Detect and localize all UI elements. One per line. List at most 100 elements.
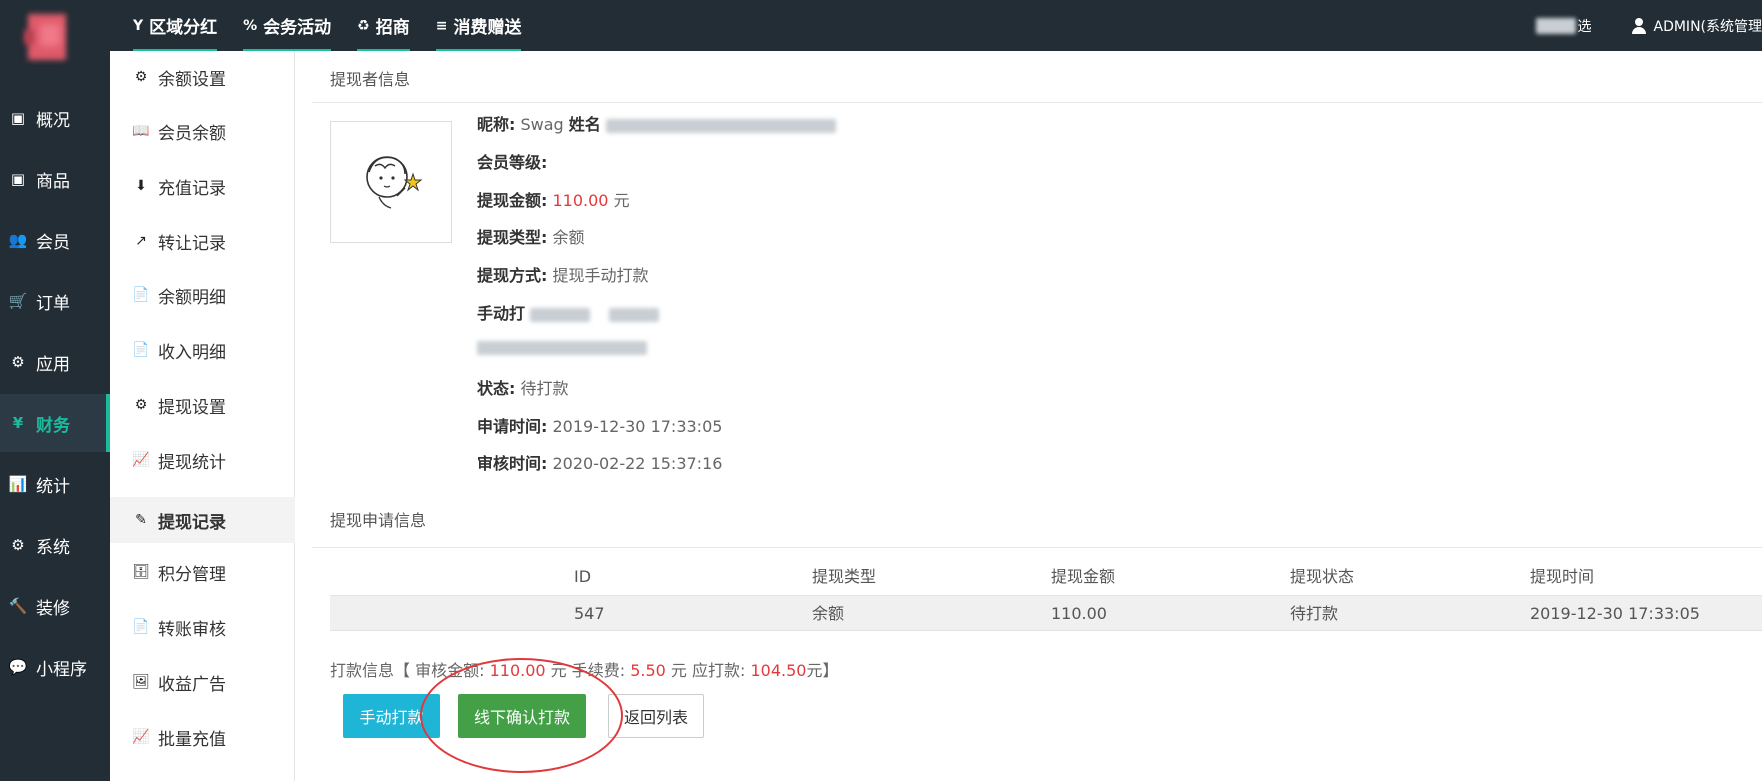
avatar — [330, 121, 452, 243]
list-icon: ≡ — [435, 17, 448, 34]
avatar-illustration — [366, 156, 423, 209]
table-row: 547 余额 110.00 待打款 2019-12-30 17:33:05 — [330, 595, 1762, 631]
subnav-transfer-audit[interactable]: 📄 转账审核 — [110, 604, 295, 650]
type-line: 提现类型: 余额 — [477, 224, 585, 248]
subnav-label: 转让记录 — [158, 233, 226, 254]
audit-time-value: 2020-02-22 15:37:16 — [552, 454, 723, 473]
gears-icon: ⚙ — [11, 536, 25, 554]
nickname-value: Swag — [520, 115, 564, 134]
pencil-icon: ✎ — [135, 512, 147, 528]
level-line: 会员等级: — [477, 149, 547, 173]
sidebar-item-label: 统计 — [36, 476, 70, 497]
type-label: 提现类型: — [477, 228, 548, 247]
blurred-name — [605, 118, 836, 133]
subnav-label: 积分管理 — [158, 564, 226, 585]
shop-select[interactable]: 选 — [1535, 16, 1592, 36]
subnav-label: 会员余额 — [158, 123, 226, 144]
subnav-label: 余额设置 — [158, 69, 226, 90]
amount-line: 提现金额: 110.00 元 — [477, 187, 630, 211]
subnav-withdraw-records[interactable]: ✎ 提现记录 — [110, 497, 295, 543]
column-header-type: 提现类型 — [812, 567, 877, 586]
sidebar-item-members[interactable]: 👥 会员 — [0, 211, 110, 269]
application-table: ID 提现类型 提现金额 提现状态 提现时间 547 余额 110.00 待打款… — [330, 559, 1762, 631]
cell-id: 547 — [574, 604, 605, 623]
cell-status: 待打款 — [1290, 604, 1339, 623]
subnav-balance-settings[interactable]: ⚙ 余额设置 — [110, 54, 295, 100]
subnav-withdraw-statistics[interactable]: 📈 提现统计 — [110, 437, 295, 483]
sidebar-item-goods[interactable]: ▣ 商品 — [0, 150, 110, 208]
sidebar-item-label: 概况 — [36, 110, 70, 131]
sidebar-item-label: 小程序 — [36, 659, 87, 680]
payable-label: 元 应打款: — [665, 661, 751, 680]
status-value: 待打款 — [520, 379, 569, 398]
sidebar-item-system[interactable]: ⚙ 系统 — [0, 516, 110, 574]
goods-icon: ▣ — [10, 170, 26, 188]
line-chart-icon: 📈 — [132, 452, 150, 468]
amount-label: 提现金额: — [477, 191, 548, 210]
sidebar-item-statistics[interactable]: 📊 统计 — [0, 455, 110, 513]
image-icon: 🖼 — [132, 674, 150, 690]
sidebar-item-finance[interactable]: ¥ 财务 — [0, 394, 110, 452]
subnav-withdraw-settings[interactable]: ⚙ 提现设置 — [110, 382, 295, 428]
topnav-label: 会务活动 — [263, 18, 332, 38]
subnav-recharge-records[interactable]: ⬇ 充值记录 — [110, 163, 295, 209]
column-header-time: 提现时间 — [1530, 567, 1595, 586]
recycle-icon: ♻ — [357, 17, 370, 34]
sidebar-item-label: 系统 — [36, 537, 70, 558]
sidebar-item-label: 装修 — [36, 598, 70, 619]
sidebar-item-apps[interactable]: ⚙ 应用 — [0, 333, 110, 391]
shop-select-label: 选 — [1577, 18, 1592, 35]
payment-info: 打款信息【 审核金额: 110.00 元 手续费: 5.50 元 应打款: 10… — [330, 657, 839, 681]
column-header-id: ID — [574, 567, 592, 586]
offline-confirm-pay-button[interactable]: 线下确认打款 — [458, 694, 586, 738]
book-icon: 📖 — [132, 123, 150, 139]
nickname-label: 昵称: — [477, 115, 516, 134]
apply-time-line: 申请时间: 2019-12-30 17:33:05 — [477, 413, 722, 437]
sidebar-item-orders[interactable]: 🛒 订单 — [0, 272, 110, 330]
method-label: 提现方式: — [477, 266, 548, 285]
payment-suffix: 元】 — [806, 661, 839, 680]
column-header-amount: 提现金额 — [1051, 567, 1116, 586]
manual-pay-button[interactable]: 手动打款 — [343, 694, 440, 738]
subnav-balance-details[interactable]: 📄 余额明细 — [110, 272, 295, 318]
sidebar-item-label: 商品 — [36, 171, 70, 192]
status-label: 状态: — [477, 379, 516, 398]
sidebar: ▣ 概况 ▣ 商品 👥 会员 🛒 订单 ⚙ 应用 ¥ 财务 📊 统计 ⚙ 系统 … — [0, 0, 110, 781]
external-link-icon: ↗ — [135, 233, 147, 249]
sidebar-item-overview[interactable]: ▣ 概况 — [0, 89, 110, 147]
cell-time: 2019-12-30 17:33:05 — [1530, 604, 1700, 623]
fee-amount: 5.50 — [630, 661, 666, 680]
subnav-batch-recharge[interactable]: 📈 批量充值 — [110, 714, 295, 760]
subnav-label: 转账审核 — [158, 619, 226, 640]
user-menu[interactable]: ADMIN(系统管理 — [1631, 16, 1762, 36]
apps-icon: ⚙ — [11, 353, 25, 371]
topnav-consumption-gift[interactable]: ≡ 消费赠送 — [423, 0, 535, 51]
sidebar-item-miniprogram[interactable]: 💬 小程序 — [0, 638, 110, 696]
main-content: 提现者信息 昵称: Swag 姓名 会员等级: 提现金额: 110.00 元 提… — [295, 51, 1762, 781]
cell-type: 余额 — [812, 604, 845, 623]
subnav-label: 提现统计 — [158, 452, 226, 473]
divider — [312, 102, 1762, 103]
audit-amount: 110.00 — [489, 661, 546, 680]
topnav-region-dividend[interactable]: Y 区域分红 — [120, 0, 230, 51]
back-to-list-button[interactable]: 返回列表 — [608, 694, 704, 738]
audit-time-label: 审核时间: — [477, 454, 548, 473]
blurred-text — [1535, 17, 1576, 34]
sidebar-item-label: 财务 — [36, 415, 70, 436]
finance-subnav: ⚙ 余额设置 📖 会员余额 ⬇ 充值记录 ↗ 转让记录 📄 余额明细 📄 收入明… — [110, 51, 295, 781]
sidebar-item-decoration[interactable]: 🔨 装修 — [0, 577, 110, 635]
subnav-income-ads[interactable]: 🖼 收益广告 — [110, 659, 295, 705]
gear-icon: ⚙ — [134, 397, 148, 413]
blurred-text — [477, 340, 647, 355]
method-line: 提现方式: 提现手动打款 — [477, 262, 649, 286]
bar-chart-icon: 📊 — [8, 475, 28, 493]
table-header: ID 提现类型 提现金额 提现状态 提现时间 — [330, 559, 1762, 595]
subnav-member-balance[interactable]: 📖 会员余额 — [110, 108, 295, 154]
subnav-points-management[interactable]: 🗄 积分管理 — [110, 549, 295, 595]
topnav-meeting-activity[interactable]: % 会务活动 — [230, 0, 344, 51]
blurred-line — [477, 337, 647, 356]
yen-icon: ¥ — [12, 414, 24, 432]
subnav-transfer-records[interactable]: ↗ 转让记录 — [110, 218, 295, 264]
subnav-income-details[interactable]: 📄 收入明细 — [110, 327, 295, 373]
topnav-investment[interactable]: ♻ 招商 — [344, 0, 423, 51]
